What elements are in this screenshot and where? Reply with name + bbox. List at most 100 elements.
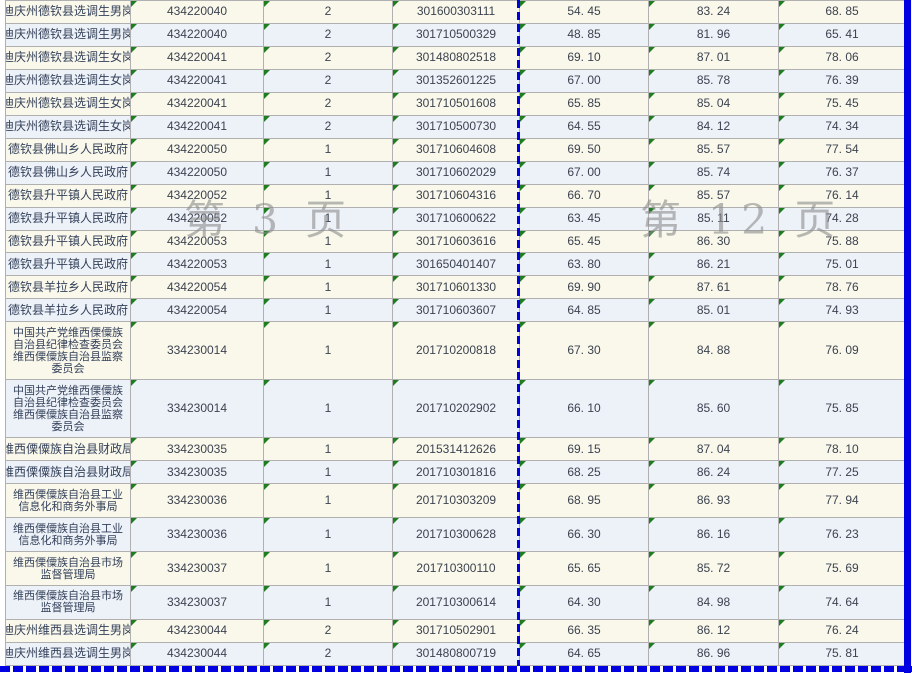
cell-job-code[interactable]: 334230035 (131, 438, 264, 461)
cell-job-code[interactable]: 434230044 (131, 643, 264, 666)
cell-written-score[interactable]: 66. 35 (520, 620, 649, 643)
cell-org[interactable]: 中国共产党维西傈僳族自治县纪律检查委员会维西傈僳族自治县监察委员会 (6, 380, 131, 438)
cell-interview-score[interactable]: 85. 74 (649, 162, 779, 185)
cell-exam-number[interactable]: 201710300110 (393, 552, 520, 586)
cell-org[interactable]: 德钦县升平镇人民政府 (6, 208, 131, 231)
cell-interview-score[interactable]: 87. 04 (649, 438, 779, 461)
cell-interview-score[interactable]: 86. 21 (649, 253, 779, 276)
cell-final-score[interactable]: 76. 14 (779, 185, 906, 208)
cell-written-score[interactable]: 68. 25 (520, 461, 649, 484)
cell-org[interactable]: 维西傈僳族自治县工业信息化和商务外事局 (6, 484, 131, 518)
cell-final-score[interactable]: 78. 06 (779, 47, 906, 70)
cell-openings[interactable]: 1 (264, 139, 393, 162)
cell-job-code[interactable]: 434220041 (131, 93, 264, 116)
cell-exam-number[interactable]: 301710501608 (393, 93, 520, 116)
cell-written-score[interactable]: 65. 45 (520, 231, 649, 254)
cell-written-score[interactable]: 67. 30 (520, 322, 649, 380)
cell-interview-score[interactable]: 85. 72 (649, 552, 779, 586)
cell-interview-score[interactable]: 85. 11 (649, 208, 779, 231)
cell-org[interactable]: 德钦县升平镇人民政府 (6, 231, 131, 254)
cell-openings[interactable]: 2 (264, 24, 393, 47)
cell-job-code[interactable]: 334230014 (131, 380, 264, 438)
cell-interview-score[interactable]: 85. 60 (649, 380, 779, 438)
cell-exam-number[interactable]: 301352601225 (393, 70, 520, 93)
cell-exam-number[interactable]: 201710301816 (393, 461, 520, 484)
cell-interview-score[interactable]: 84. 12 (649, 116, 779, 139)
cell-interview-score[interactable]: 87. 01 (649, 47, 779, 70)
cell-openings[interactable]: 1 (264, 461, 393, 484)
cell-final-score[interactable]: 76. 37 (779, 162, 906, 185)
cell-org[interactable]: 德钦县升平镇人民政府 (6, 253, 131, 276)
cell-openings[interactable]: 1 (264, 208, 393, 231)
cell-written-score[interactable]: 69. 15 (520, 438, 649, 461)
cell-org[interactable]: 德钦县佛山乡人民政府 (6, 139, 131, 162)
cell-job-code[interactable]: 434220052 (131, 208, 264, 231)
cell-openings[interactable]: 1 (264, 276, 393, 299)
cell-openings[interactable]: 1 (264, 185, 393, 208)
cell-final-score[interactable]: 75. 01 (779, 253, 906, 276)
cell-written-score[interactable]: 69. 10 (520, 47, 649, 70)
cell-final-score[interactable]: 75. 88 (779, 231, 906, 254)
cell-org[interactable]: 维西傈僳族自治县市场监督管理局 (6, 552, 131, 586)
cell-written-score[interactable]: 64. 55 (520, 116, 649, 139)
cell-org[interactable]: 德钦县羊拉乡人民政府 (6, 276, 131, 299)
cell-exam-number[interactable]: 301480802518 (393, 47, 520, 70)
cell-job-code[interactable]: 434220050 (131, 139, 264, 162)
cell-interview-score[interactable]: 85. 57 (649, 139, 779, 162)
cell-written-score[interactable]: 64. 65 (520, 643, 649, 666)
cell-job-code[interactable]: 334230036 (131, 518, 264, 552)
cell-exam-number[interactable]: 301710601330 (393, 276, 520, 299)
cell-interview-score[interactable]: 86. 24 (649, 461, 779, 484)
cell-written-score[interactable]: 65. 85 (520, 93, 649, 116)
cell-exam-number[interactable]: 301600303111 (393, 1, 520, 24)
cell-interview-score[interactable]: 86. 96 (649, 643, 779, 666)
cell-written-score[interactable]: 66. 10 (520, 380, 649, 438)
cell-job-code[interactable]: 434220040 (131, 24, 264, 47)
cell-final-score[interactable]: 65. 41 (779, 24, 906, 47)
cell-exam-number[interactable]: 301710604608 (393, 139, 520, 162)
cell-interview-score[interactable]: 85. 57 (649, 185, 779, 208)
cell-exam-number[interactable]: 201710200818 (393, 322, 520, 380)
cell-job-code[interactable]: 434220041 (131, 70, 264, 93)
cell-openings[interactable]: 1 (264, 518, 393, 552)
cell-openings[interactable]: 2 (264, 643, 393, 666)
cell-org[interactable]: 迪庆州维西县选调生男岗 (6, 620, 131, 643)
cell-interview-score[interactable]: 84. 88 (649, 322, 779, 380)
cell-interview-score[interactable]: 86. 12 (649, 620, 779, 643)
cell-org[interactable]: 迪庆州德钦县选调生女岗 (6, 47, 131, 70)
cell-org[interactable]: 迪庆州德钦县选调生男岗 (6, 1, 131, 24)
cell-interview-score[interactable]: 87. 61 (649, 276, 779, 299)
cell-interview-score[interactable]: 83. 24 (649, 1, 779, 24)
cell-final-score[interactable]: 76. 09 (779, 322, 906, 380)
cell-exam-number[interactable]: 201531412626 (393, 438, 520, 461)
cell-openings[interactable]: 1 (264, 484, 393, 518)
cell-openings[interactable]: 1 (264, 299, 393, 322)
cell-written-score[interactable]: 48. 85 (520, 24, 649, 47)
cell-written-score[interactable]: 68. 95 (520, 484, 649, 518)
cell-org[interactable]: 迪庆州德钦县选调生女岗 (6, 70, 131, 93)
cell-written-score[interactable]: 69. 50 (520, 139, 649, 162)
cell-openings[interactable]: 1 (264, 231, 393, 254)
cell-openings[interactable]: 2 (264, 70, 393, 93)
cell-final-score[interactable]: 78. 10 (779, 438, 906, 461)
vertical-page-break-line[interactable] (517, 0, 520, 666)
cell-org[interactable]: 维西傈僳族自治县财政局 (6, 461, 131, 484)
cell-job-code[interactable]: 334230037 (131, 552, 264, 586)
cell-exam-number[interactable]: 301710500730 (393, 116, 520, 139)
cell-final-score[interactable]: 75. 81 (779, 643, 906, 666)
cell-final-score[interactable]: 76. 23 (779, 518, 906, 552)
cell-org[interactable]: 中国共产党维西傈僳族自治县纪律检查委员会维西傈僳族自治县监察委员会 (6, 322, 131, 380)
cell-org[interactable]: 维西傈僳族自治县市场监督管理局 (6, 586, 131, 620)
cell-final-score[interactable]: 77. 54 (779, 139, 906, 162)
cell-openings[interactable]: 1 (264, 162, 393, 185)
cell-exam-number[interactable]: 201710300614 (393, 586, 520, 620)
cell-exam-number[interactable]: 301480800719 (393, 643, 520, 666)
cell-written-score[interactable]: 66. 30 (520, 518, 649, 552)
cell-exam-number[interactable]: 301710600622 (393, 208, 520, 231)
cell-final-score[interactable]: 75. 85 (779, 380, 906, 438)
cell-openings[interactable]: 1 (264, 552, 393, 586)
cell-final-score[interactable]: 74. 34 (779, 116, 906, 139)
cell-exam-number[interactable]: 301710502901 (393, 620, 520, 643)
cell-exam-number[interactable]: 201710300628 (393, 518, 520, 552)
cell-interview-score[interactable]: 81. 96 (649, 24, 779, 47)
